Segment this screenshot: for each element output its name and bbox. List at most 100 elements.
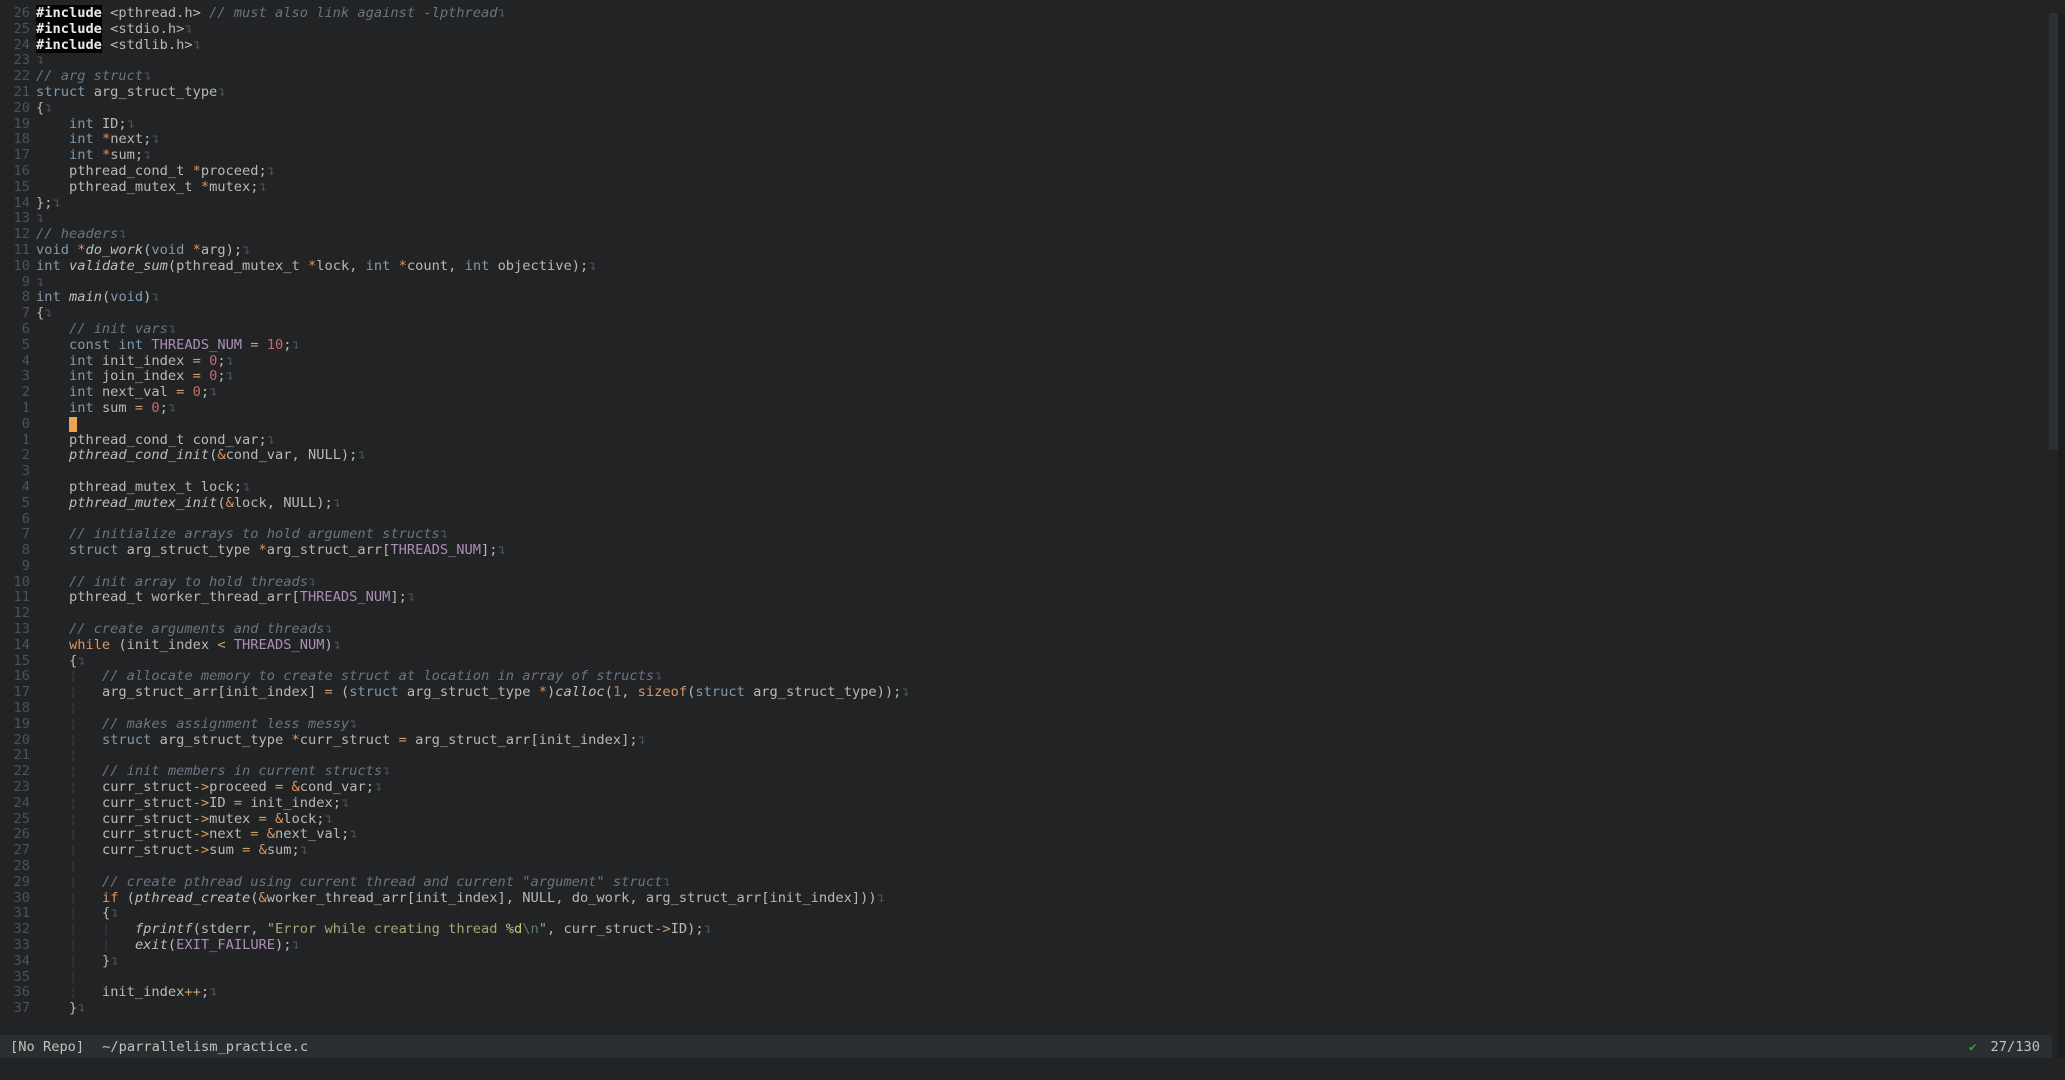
code-line[interactable]: 3 int join_index = 0;↴ xyxy=(0,369,2065,385)
code-segment xyxy=(267,811,275,827)
code-line[interactable]: 18 ¦ xyxy=(0,701,2065,717)
code-segment: next_val; xyxy=(275,826,349,842)
code-line[interactable]: 4 int init_index = 0;↴ xyxy=(0,354,2065,370)
code-line[interactable]: 1 int sum = 0;↴ xyxy=(0,401,2065,417)
code-line[interactable]: 6 xyxy=(0,512,2065,528)
scrollbar-thumb[interactable] xyxy=(2049,13,2058,450)
code-line[interactable]: 14 while (init_index < THREADS_NUM)↴ xyxy=(0,638,2065,654)
code-line[interactable]: 32 ¦ ¦ fprintf(stderr, "Error while crea… xyxy=(0,922,2065,938)
code-line[interactable]: 2 pthread_cond_init(&cond_var, NULL);↴ xyxy=(0,448,2065,464)
line-number: 3 xyxy=(0,369,30,385)
code-line[interactable]: 5 const int THREADS_NUM = 10;↴ xyxy=(0,338,2065,354)
code-line[interactable]: 10 // init array to hold threads↴ xyxy=(0,575,2065,591)
code-line[interactable]: 25 ¦ curr_struct->mutex = &lock;↴ xyxy=(0,812,2065,828)
code-line[interactable]: 4 pthread_mutex_t lock;↴ xyxy=(0,480,2065,496)
code-line[interactable]: 22// arg struct↴ xyxy=(0,69,2065,85)
code-segment xyxy=(77,890,102,906)
code-segment: EXIT_FAILURE xyxy=(176,937,275,953)
code-line[interactable]: 2 int next_val = 0;↴ xyxy=(0,385,2065,401)
code-line[interactable]: 17 ¦ arg_struct_arr[init_index] = (struc… xyxy=(0,685,2065,701)
code-segment: & xyxy=(259,890,267,906)
code-line[interactable]: 21 ¦ xyxy=(0,748,2065,764)
code-segment xyxy=(36,700,69,716)
code-segment xyxy=(36,953,69,969)
code-line[interactable]: 36 ¦ init_index++;↴ xyxy=(0,985,2065,1001)
code-line[interactable]: 24#include <stdlib.h>↴ xyxy=(0,38,2065,54)
code-line[interactable]: 13 // create arguments and threads↴ xyxy=(0,622,2065,638)
code-line[interactable]: 16 ¦ // allocate memory to create struct… xyxy=(0,669,2065,685)
eol-mark-icon: ↴ xyxy=(349,716,357,732)
line-number: 7 xyxy=(0,527,30,543)
code-segment: 0 xyxy=(193,384,201,400)
code-text: ¦ curr_struct->sum = &sum;↴ xyxy=(36,843,308,859)
code-line[interactable]: 8int main(void)↴ xyxy=(0,290,2065,306)
code-line[interactable]: 5 pthread_mutex_init(&lock, NULL);↴ xyxy=(0,496,2065,512)
eol-mark-icon: ↴ xyxy=(357,447,365,463)
code-line[interactable]: 33 ¦ ¦ exit(EXIT_FAILURE);↴ xyxy=(0,938,2065,954)
code-line[interactable]: 10int validate_sum(pthread_mutex_t *lock… xyxy=(0,259,2065,275)
code-segment xyxy=(36,969,69,985)
code-line[interactable]: 19 int ID;↴ xyxy=(0,117,2065,133)
code-line[interactable]: 34 ¦ }↴ xyxy=(0,954,2065,970)
code-line[interactable]: 37 }↴ xyxy=(0,1001,2065,1017)
code-line[interactable]: 18 int *next;↴ xyxy=(0,132,2065,148)
code-line[interactable]: 14};↴ xyxy=(0,196,2065,212)
code-line[interactable]: 20{↴ xyxy=(0,101,2065,117)
eol-mark-icon: ↴ xyxy=(440,526,448,542)
code-line[interactable]: 16 pthread_cond_t *proceed;↴ xyxy=(0,164,2065,180)
code-line[interactable]: 9↴ xyxy=(0,275,2065,291)
code-line[interactable]: 26 ¦ curr_struct->next = &next_val;↴ xyxy=(0,827,2065,843)
code-line[interactable]: 17 int *sum;↴ xyxy=(0,148,2065,164)
eol-mark-icon: ↴ xyxy=(333,495,341,511)
line-number: 16 xyxy=(0,669,30,685)
scrollbar-track[interactable] xyxy=(2058,13,2065,1080)
code-line[interactable]: 3 xyxy=(0,464,2065,480)
indent-guide: ¦ xyxy=(69,984,77,1000)
code-line[interactable]: 30 ¦ if (pthread_create(&worker_thread_a… xyxy=(0,891,2065,907)
code-segment: < xyxy=(217,637,225,653)
code-line[interactable]: 13↴ xyxy=(0,211,2065,227)
code-line[interactable]: 20 ¦ struct arg_struct_type *curr_struct… xyxy=(0,733,2065,749)
code-line[interactable]: 25#include <stdio.h>↴ xyxy=(0,22,2065,38)
code-line[interactable]: 26#include <pthread.h> // must also link… xyxy=(0,6,2065,22)
code-line[interactable]: 12// headers↴ xyxy=(0,227,2065,243)
code-line[interactable]: 6 // init vars↴ xyxy=(0,322,2065,338)
code-line[interactable]: 21struct arg_struct_type↴ xyxy=(0,85,2065,101)
eol-mark-icon: ↴ xyxy=(44,100,52,116)
code-segment xyxy=(36,684,69,700)
code-segment: ; xyxy=(160,400,168,416)
code-line[interactable]: 15 pthread_mutex_t *mutex;↴ xyxy=(0,180,2065,196)
repo-badge: [No Repo] xyxy=(10,1039,84,1055)
code-line[interactable]: 23 ¦ curr_struct->proceed = &cond_var;↴ xyxy=(0,780,2065,796)
line-number: 4 xyxy=(0,354,30,370)
code-text: pthread_mutex_t lock;↴ xyxy=(36,480,250,496)
code-line[interactable]: 7{↴ xyxy=(0,306,2065,322)
code-line[interactable]: 27 ¦ curr_struct->sum = &sum;↴ xyxy=(0,843,2065,859)
line-number: 16 xyxy=(0,164,30,180)
code-text: ↴ xyxy=(36,275,44,291)
code-text: };↴ xyxy=(36,196,61,212)
code-line[interactable]: 1 pthread_cond_t cond_var;↴ xyxy=(0,433,2065,449)
code-line[interactable]: 11 pthread_t worker_thread_arr[THREADS_N… xyxy=(0,590,2065,606)
code-segment: sum; xyxy=(110,147,143,163)
code-line[interactable]: 0 xyxy=(0,417,2065,433)
code-line[interactable]: 35 ¦ xyxy=(0,970,2065,986)
code-line[interactable]: 31 ¦ {↴ xyxy=(0,906,2065,922)
code-line[interactable]: 7 // initialize arrays to hold argument … xyxy=(0,527,2065,543)
code-line[interactable]: 11void *do_work(void *arg);↴ xyxy=(0,243,2065,259)
code-line[interactable]: 29 ¦ // create pthread using current thr… xyxy=(0,875,2065,891)
code-line[interactable]: 24 ¦ curr_struct->ID = init_index;↴ xyxy=(0,796,2065,812)
code-line[interactable]: 19 ¦ // makes assignment less messy↴ xyxy=(0,717,2065,733)
code-line[interactable]: 15 {↴ xyxy=(0,654,2065,670)
code-segment: = xyxy=(250,337,258,353)
code-area[interactable]: 26#include <pthread.h> // must also link… xyxy=(0,0,2065,1035)
code-segment: struct xyxy=(69,542,118,558)
code-line[interactable]: 28 ¦ xyxy=(0,859,2065,875)
eol-mark-icon: ↴ xyxy=(143,68,151,84)
line-number: 24 xyxy=(0,796,30,812)
code-line[interactable]: 23↴ xyxy=(0,53,2065,69)
code-line[interactable]: 8 struct arg_struct_type *arg_struct_arr… xyxy=(0,543,2065,559)
code-line[interactable]: 22 ¦ // init members in current structs↴ xyxy=(0,764,2065,780)
code-line[interactable]: 9 xyxy=(0,559,2065,575)
code-line[interactable]: 12 xyxy=(0,606,2065,622)
